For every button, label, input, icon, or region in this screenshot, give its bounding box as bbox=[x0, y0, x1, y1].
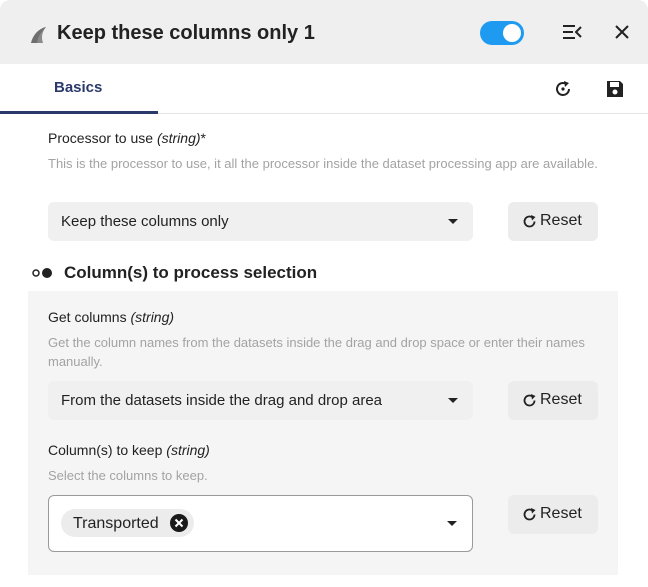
processor-label-text: Processor to use bbox=[48, 130, 154, 146]
get-columns-type: (string) bbox=[130, 309, 175, 325]
save-icon[interactable] bbox=[605, 79, 625, 99]
columns-to-keep-label-text: Column(s) to keep bbox=[48, 442, 163, 458]
refresh-icon[interactable] bbox=[553, 79, 573, 99]
get-columns-select-value: From the datasets inside the drag and dr… bbox=[61, 392, 383, 409]
processor-select[interactable]: Keep these columns only bbox=[48, 202, 473, 241]
required-mark: * bbox=[200, 130, 206, 146]
columns-to-keep-select[interactable]: Transported bbox=[48, 495, 473, 552]
dialog-title: Keep these columns only 1 bbox=[57, 22, 315, 44]
shark-fin-icon bbox=[31, 27, 46, 43]
section-title: Column(s) to process selection bbox=[64, 263, 318, 282]
get-columns-reset-button[interactable]: Reset bbox=[508, 381, 598, 420]
close-icon bbox=[174, 518, 184, 528]
chevron-down-icon bbox=[447, 521, 457, 526]
chip-label: Transported bbox=[73, 515, 159, 532]
get-columns-description: Get the column names from the datasets i… bbox=[48, 335, 585, 369]
reset-label: Reset bbox=[540, 505, 582, 522]
processor-dialog: Keep these columns only 1 Basics Process… bbox=[0, 0, 648, 587]
dialog-titlebar: Keep these columns only 1 bbox=[0, 0, 648, 64]
reset-icon bbox=[523, 215, 536, 228]
close-icon[interactable] bbox=[613, 23, 631, 41]
columns-to-keep-type: (string) bbox=[166, 442, 210, 458]
processor-type: (string) bbox=[156, 130, 201, 146]
selected-column-chip: Transported bbox=[61, 509, 194, 537]
processor-description: This is the processor to use, it all the… bbox=[48, 156, 598, 171]
enable-toggle[interactable] bbox=[480, 21, 524, 45]
columns-to-keep-label: Column(s) to keep (string) bbox=[48, 442, 210, 458]
tab-bar: Basics bbox=[0, 64, 648, 114]
collapse-panel-icon[interactable] bbox=[561, 23, 583, 41]
reset-icon bbox=[523, 508, 536, 521]
processor-reset-button[interactable]: Reset bbox=[508, 202, 598, 241]
reset-label: Reset bbox=[540, 391, 582, 408]
get-columns-select[interactable]: From the datasets inside the drag and dr… bbox=[48, 381, 473, 420]
toggle-knob bbox=[503, 24, 521, 42]
processor-label: Processor to use (string)* bbox=[48, 130, 206, 146]
get-columns-label-text: Get columns bbox=[48, 309, 127, 325]
tab-basics[interactable]: Basics bbox=[0, 64, 158, 114]
chevron-down-icon bbox=[448, 398, 458, 403]
reset-icon bbox=[523, 394, 536, 407]
chevron-down-icon bbox=[448, 219, 458, 224]
reset-label: Reset bbox=[540, 212, 582, 229]
section-dots-icon bbox=[32, 268, 52, 278]
columns-to-keep-reset-button[interactable]: Reset bbox=[508, 495, 598, 534]
tab-basics-label: Basics bbox=[54, 79, 103, 96]
columns-to-keep-description: Select the columns to keep. bbox=[48, 468, 208, 483]
processor-select-value: Keep these columns only bbox=[61, 213, 229, 230]
chip-remove-icon[interactable] bbox=[170, 514, 188, 532]
get-columns-label: Get columns (string) bbox=[48, 309, 174, 325]
